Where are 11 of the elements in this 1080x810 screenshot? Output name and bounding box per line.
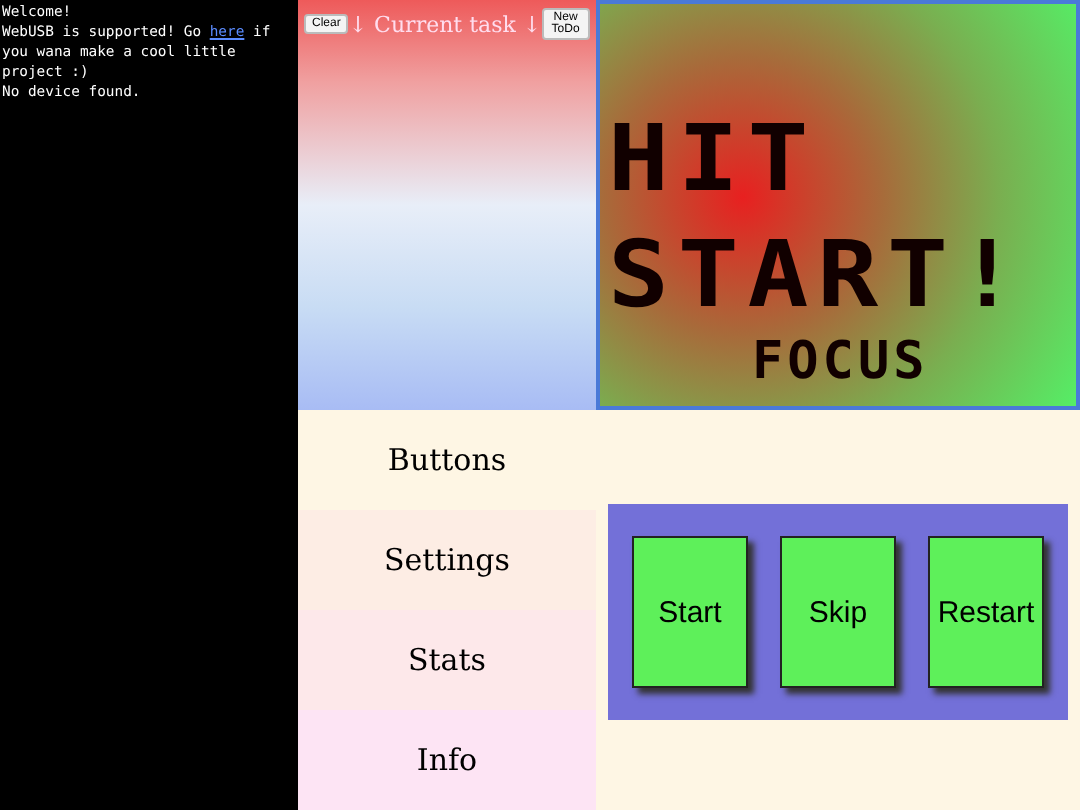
control-button[interactable]: Start — [632, 536, 748, 688]
control-button[interactable]: Restart — [928, 536, 1044, 688]
mode-label: FOCUS — [752, 332, 931, 392]
headline: START! — [608, 218, 1029, 332]
menu-item[interactable]: Stats — [298, 610, 596, 710]
control-button[interactable]: Skip — [780, 536, 896, 688]
menu-item[interactable]: Info — [298, 710, 596, 810]
menu-item[interactable]: Settings — [298, 510, 596, 610]
menu-item[interactable]: Buttons — [298, 410, 596, 510]
current-task-title: ↓ Current task ↓ — [348, 11, 542, 37]
headline: HIT — [608, 102, 820, 216]
